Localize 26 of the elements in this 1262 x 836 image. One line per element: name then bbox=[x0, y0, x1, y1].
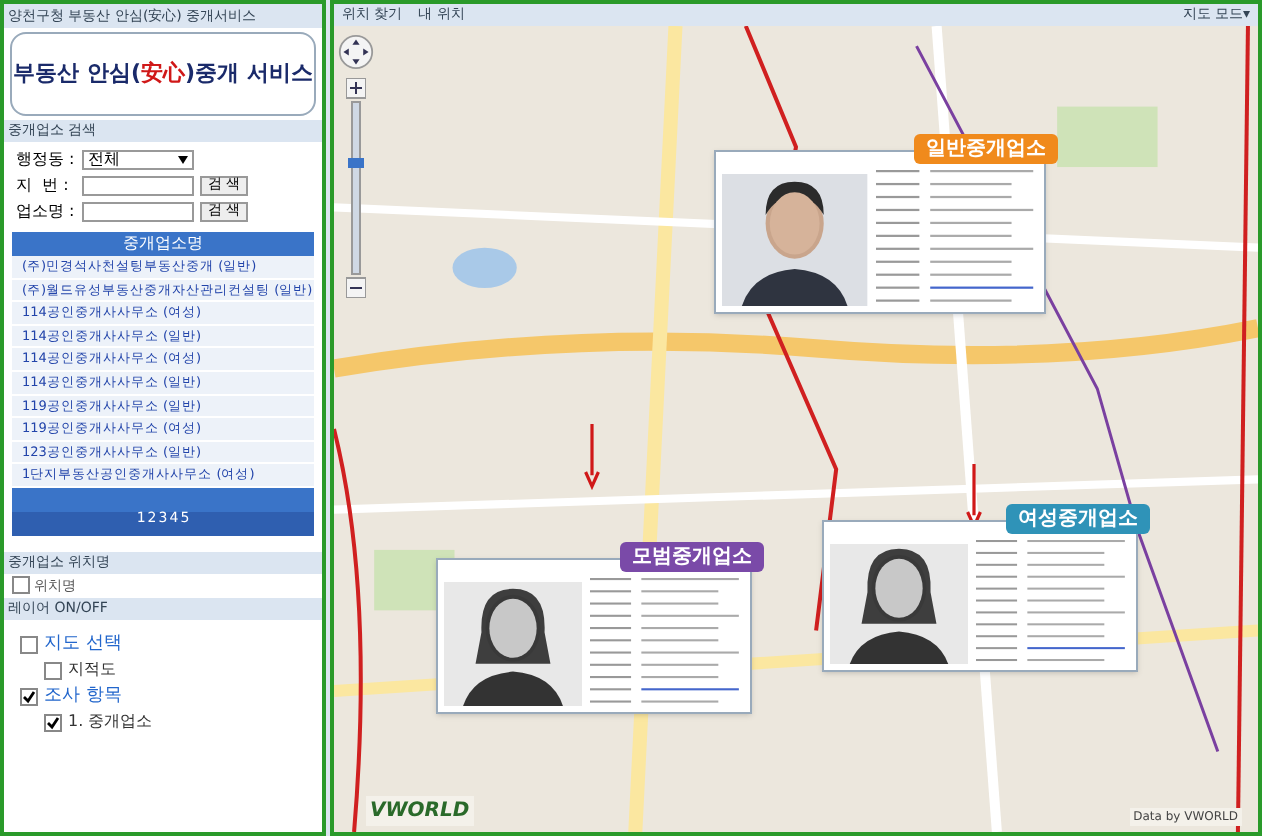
tree-label[interactable]: 지도 선택 bbox=[44, 631, 122, 659]
tree-label[interactable]: 1. 중개업소 bbox=[68, 710, 153, 735]
input-field[interactable] bbox=[82, 201, 194, 221]
tree-label[interactable]: 지적도 bbox=[68, 658, 116, 683]
tree-label[interactable]: 조사 항목 bbox=[44, 683, 122, 711]
input-field[interactable] bbox=[82, 175, 194, 195]
dropdown-arrow-icon bbox=[178, 155, 188, 163]
zoom-slider-icon[interactable] bbox=[346, 78, 366, 298]
field-label: 행정동 : bbox=[16, 147, 76, 171]
checkbox[interactable] bbox=[20, 635, 38, 654]
person-photo bbox=[444, 582, 582, 706]
checkbox[interactable] bbox=[44, 713, 62, 732]
person-photo bbox=[830, 544, 968, 664]
checkbox[interactable] bbox=[12, 576, 30, 595]
field-label: 업소명 : bbox=[16, 199, 76, 223]
service-logo: 부동산 안심(安心)중개 서비스 bbox=[10, 32, 316, 116]
checkbox[interactable] bbox=[44, 661, 62, 680]
agent-type-badge: 일반중개업소 bbox=[914, 134, 1058, 164]
pan-control-icon[interactable] bbox=[338, 34, 374, 70]
list-header: 중개업소명 bbox=[12, 232, 314, 256]
checkbox[interactable] bbox=[20, 687, 38, 706]
field-label: 지 번 : bbox=[16, 173, 71, 197]
agent-type-badge: 모범중개업소 bbox=[620, 542, 764, 572]
agent-type-badge: 여성중개업소 bbox=[1006, 504, 1150, 534]
district-select[interactable]: 전체 bbox=[82, 149, 194, 169]
map-logo: VWORLD bbox=[366, 796, 474, 826]
